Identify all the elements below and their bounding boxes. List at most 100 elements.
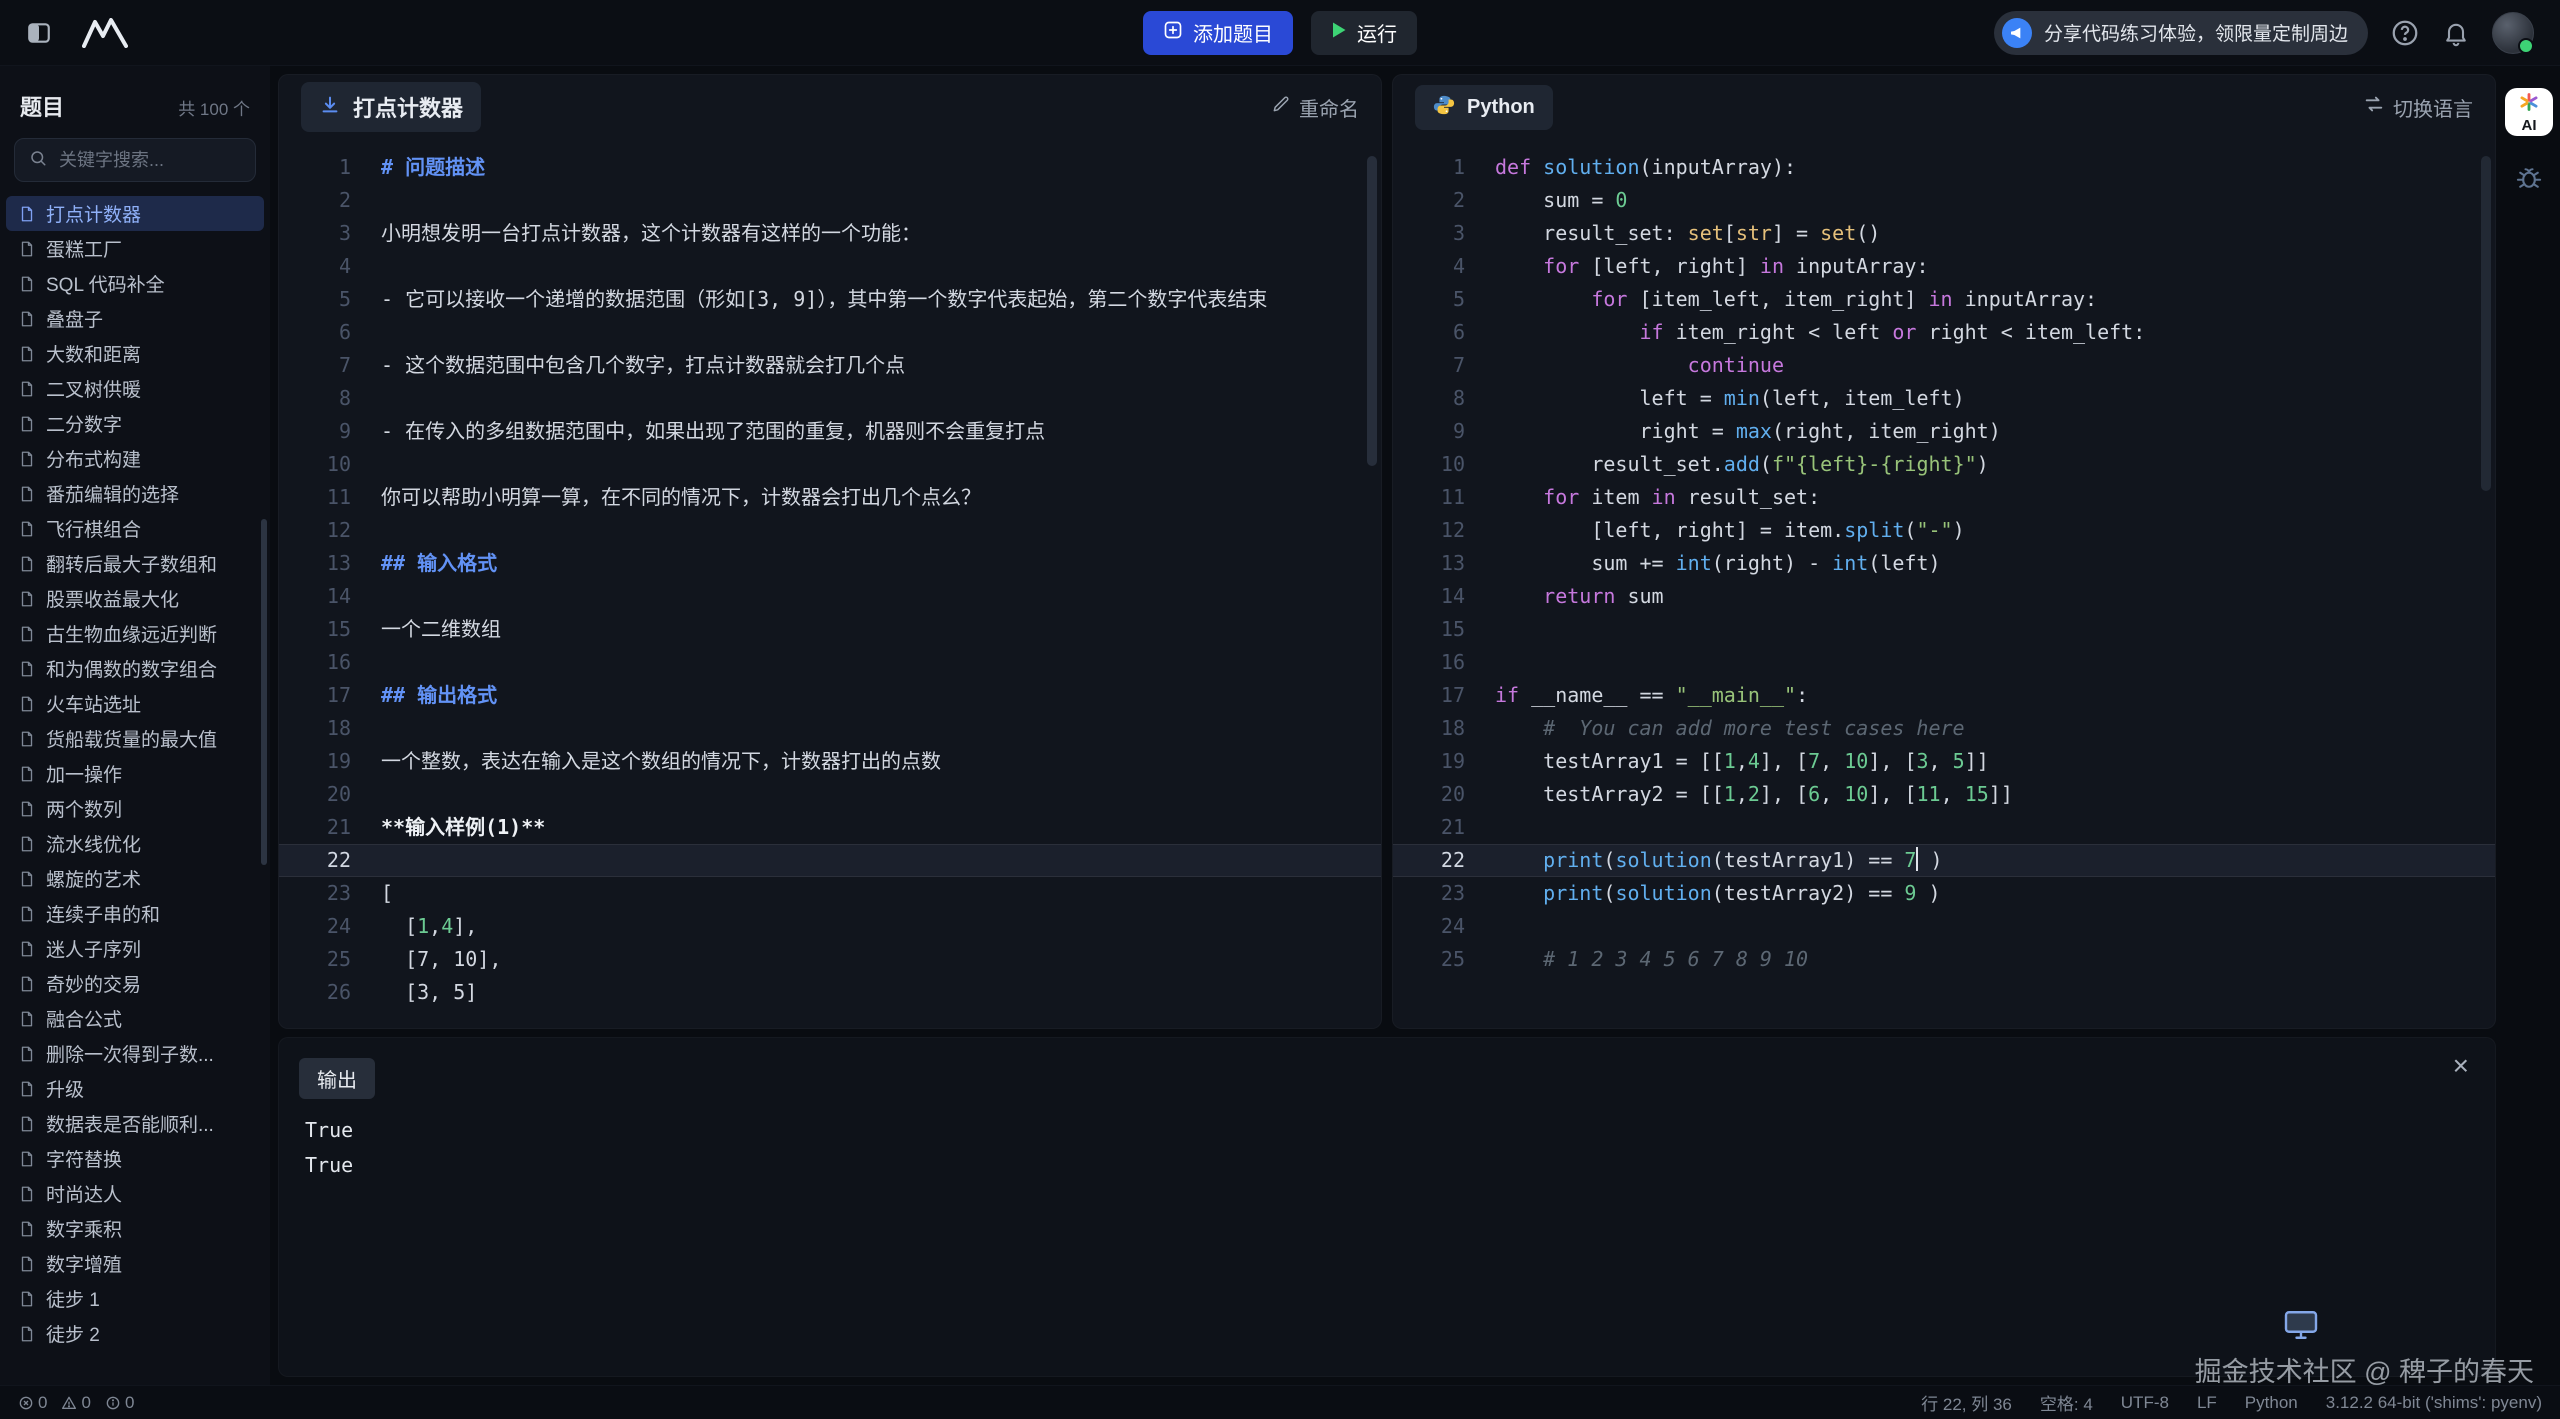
editor-line[interactable]: 24	[1393, 910, 2495, 943]
editor-line[interactable]: 18 # You can add more test cases here	[1393, 712, 2495, 745]
editor-line[interactable]: 3 result_set: set[str] = set()	[1393, 217, 2495, 250]
sidebar-item[interactable]: 螺旋的艺术	[6, 861, 264, 896]
editor-line[interactable]: 4	[279, 250, 1381, 283]
sidebar-item[interactable]: 翻转后最大子数组和	[6, 546, 264, 581]
run-button[interactable]: 运行	[1311, 11, 1417, 55]
sidebar-item[interactable]: SQL 代码补全	[6, 266, 264, 301]
sidebar-item[interactable]: 时尚达人	[6, 1176, 264, 1211]
editor-line[interactable]: 20 testArray2 = [[1,2], [6, 10], [11, 15…	[1393, 778, 2495, 811]
editor-line[interactable]: 5 for [item_left, item_right] in inputAr…	[1393, 283, 2495, 316]
language-mode[interactable]: Python	[2245, 1393, 2298, 1413]
language-badge[interactable]: Python	[1415, 85, 1553, 130]
sidebar-item[interactable]: 蛋糕工厂	[6, 231, 264, 266]
debug-icon[interactable]	[2515, 164, 2543, 197]
avatar[interactable]	[2492, 12, 2534, 54]
editor-line[interactable]: 19 testArray1 = [[1,4], [7, 10], [3, 5]]	[1393, 745, 2495, 778]
sidebar-item[interactable]: 大数和距离	[6, 336, 264, 371]
sidebar-item[interactable]: 和为偶数的数字组合	[6, 651, 264, 686]
editor-line[interactable]: 21**输入样例(1)**	[279, 811, 1381, 844]
search-box[interactable]	[14, 138, 256, 182]
editor-line[interactable]: 22	[279, 844, 1381, 877]
sidebar-item[interactable]: 字符替换	[6, 1141, 264, 1176]
editor-line[interactable]: 11你可以帮助小明算一算，在不同的情况下，计数器会打出几个点么？	[279, 481, 1381, 514]
editor-line[interactable]: 9 right = max(right, item_right)	[1393, 415, 2495, 448]
editor-line[interactable]: 2 sum = 0	[1393, 184, 2495, 217]
sidebar-item[interactable]: 二叉树供暖	[6, 371, 264, 406]
editor-line[interactable]: 14	[279, 580, 1381, 613]
sidebar-item[interactable]: 数字乘积	[6, 1211, 264, 1246]
sidebar-item[interactable]: 加一操作	[6, 756, 264, 791]
sidebar-item[interactable]: 连续子串的和	[6, 896, 264, 931]
editor-line[interactable]: 22 print(solution(testArray1) == 7 )	[1393, 844, 2495, 877]
sidebar-item[interactable]: 番茄编辑的选择	[6, 476, 264, 511]
editor-line[interactable]: 25 [7, 10],	[279, 943, 1381, 976]
sidebar-item[interactable]: 打点计数器	[6, 196, 264, 231]
editor-line[interactable]: 19一个整数，表达在输入是这个数组的情况下，计数器打出的点数	[279, 745, 1381, 778]
error-count[interactable]: 0	[18, 1393, 47, 1413]
sidebar-scrollbar[interactable]	[261, 519, 267, 865]
sidebar-item[interactable]: 融合公式	[6, 1001, 264, 1036]
editor-line[interactable]: 15一个二维数组	[279, 613, 1381, 646]
editor-line[interactable]: 16	[279, 646, 1381, 679]
editor-line[interactable]: 17if __name__ == "__main__":	[1393, 679, 2495, 712]
editor-line[interactable]: 15	[1393, 613, 2495, 646]
sidebar-item[interactable]: 奇妙的交易	[6, 966, 264, 1001]
editor-line[interactable]: 23[	[279, 877, 1381, 910]
sidebar-item[interactable]: 古生物血缘远近判断	[6, 616, 264, 651]
sidebar-item[interactable]: 徒步 2	[6, 1316, 264, 1351]
editor-line[interactable]: 25 # 1 2 3 4 5 6 7 8 9 10	[1393, 943, 2495, 976]
editor-line[interactable]: 10	[279, 448, 1381, 481]
editor-line[interactable]: 7 continue	[1393, 349, 2495, 382]
editor-line[interactable]: 18	[279, 712, 1381, 745]
output-tab[interactable]: 输出	[299, 1058, 375, 1099]
sidebar-item[interactable]: 数字增殖	[6, 1246, 264, 1281]
editor-line[interactable]: 6	[279, 316, 1381, 349]
editor-line[interactable]: 9- 在传入的多组数据范围中，如果出现了范围的重复，机器则不会重复打点	[279, 415, 1381, 448]
sidebar-item[interactable]: 迷人子序列	[6, 931, 264, 966]
sidebar-toggle-icon[interactable]	[26, 20, 52, 46]
search-input[interactable]	[57, 149, 270, 172]
sidebar-item[interactable]: 货船载货量的最大值	[6, 721, 264, 756]
editor-line[interactable]: 4 for [left, right] in inputArray:	[1393, 250, 2495, 283]
indent-setting[interactable]: 空格: 4	[2040, 1390, 2093, 1415]
editor-line[interactable]: 7- 这个数据范围中包含几个数字，打点计数器就会打几个点	[279, 349, 1381, 382]
rename-button[interactable]: 重命名	[1271, 93, 1359, 122]
editor-line[interactable]: 26 [3, 5]	[279, 976, 1381, 1009]
sidebar-item[interactable]: 分布式构建	[6, 441, 264, 476]
close-icon[interactable]: ×	[2453, 1052, 2469, 1080]
sidebar-item[interactable]: 两个数列	[6, 791, 264, 826]
sidebar-item[interactable]: 徒步 1	[6, 1281, 264, 1316]
sidebar-item[interactable]: 火车站选址	[6, 686, 264, 721]
warning-count[interactable]: 0	[61, 1393, 90, 1413]
sidebar-item[interactable]: 流水线优化	[6, 826, 264, 861]
sidebar-item[interactable]: 股票收益最大化	[6, 581, 264, 616]
editor-line[interactable]: 1def solution(inputArray):	[1393, 151, 2495, 184]
info-count[interactable]: 0	[105, 1393, 134, 1413]
promo-banner[interactable]: 分享代码练习体验，领限量定制周边	[1994, 11, 2368, 55]
editor-line[interactable]: 12 [left, right] = item.split("-")	[1393, 514, 2495, 547]
sidebar-item[interactable]: 飞行棋组合	[6, 511, 264, 546]
editor-line[interactable]: 23 print(solution(testArray2) == 9 )	[1393, 877, 2495, 910]
editor-line[interactable]: 6 if item_right < left or right < item_l…	[1393, 316, 2495, 349]
code-scrollbar[interactable]	[2481, 156, 2491, 491]
ai-assistant-button[interactable]: AI	[2505, 88, 2553, 136]
editor-line[interactable]: 3小明想发明一台打点计数器，这个计数器有这样的一个功能：	[279, 217, 1381, 250]
help-icon[interactable]	[2390, 18, 2420, 48]
editor-line[interactable]: 17## 输出格式	[279, 679, 1381, 712]
add-problem-button[interactable]: 添加题目	[1143, 11, 1293, 55]
interpreter[interactable]: 3.12.2 64-bit ('shims': pyenv)	[2326, 1393, 2542, 1413]
sidebar-item[interactable]: 删除一次得到子数...	[6, 1036, 264, 1071]
editor-line[interactable]: 1# 问题描述	[279, 151, 1381, 184]
editor-line[interactable]: 20	[279, 778, 1381, 811]
screen-share-icon[interactable]	[2283, 1309, 2319, 1346]
editor-line[interactable]: 21	[1393, 811, 2495, 844]
editor-line[interactable]: 24 [1,4],	[279, 910, 1381, 943]
switch-language-button[interactable]: 切换语言	[2363, 93, 2473, 122]
editor-line[interactable]: 12	[279, 514, 1381, 547]
editor-line[interactable]: 10 result_set.add(f"{left}-{right}")	[1393, 448, 2495, 481]
editor-line[interactable]: 8 left = min(left, item_left)	[1393, 382, 2495, 415]
sidebar-item[interactable]: 升级	[6, 1071, 264, 1106]
sidebar-item[interactable]: 叠盘子	[6, 301, 264, 336]
cursor-position[interactable]: 行 22, 列 36	[1921, 1390, 2012, 1415]
bell-icon[interactable]	[2442, 19, 2470, 47]
